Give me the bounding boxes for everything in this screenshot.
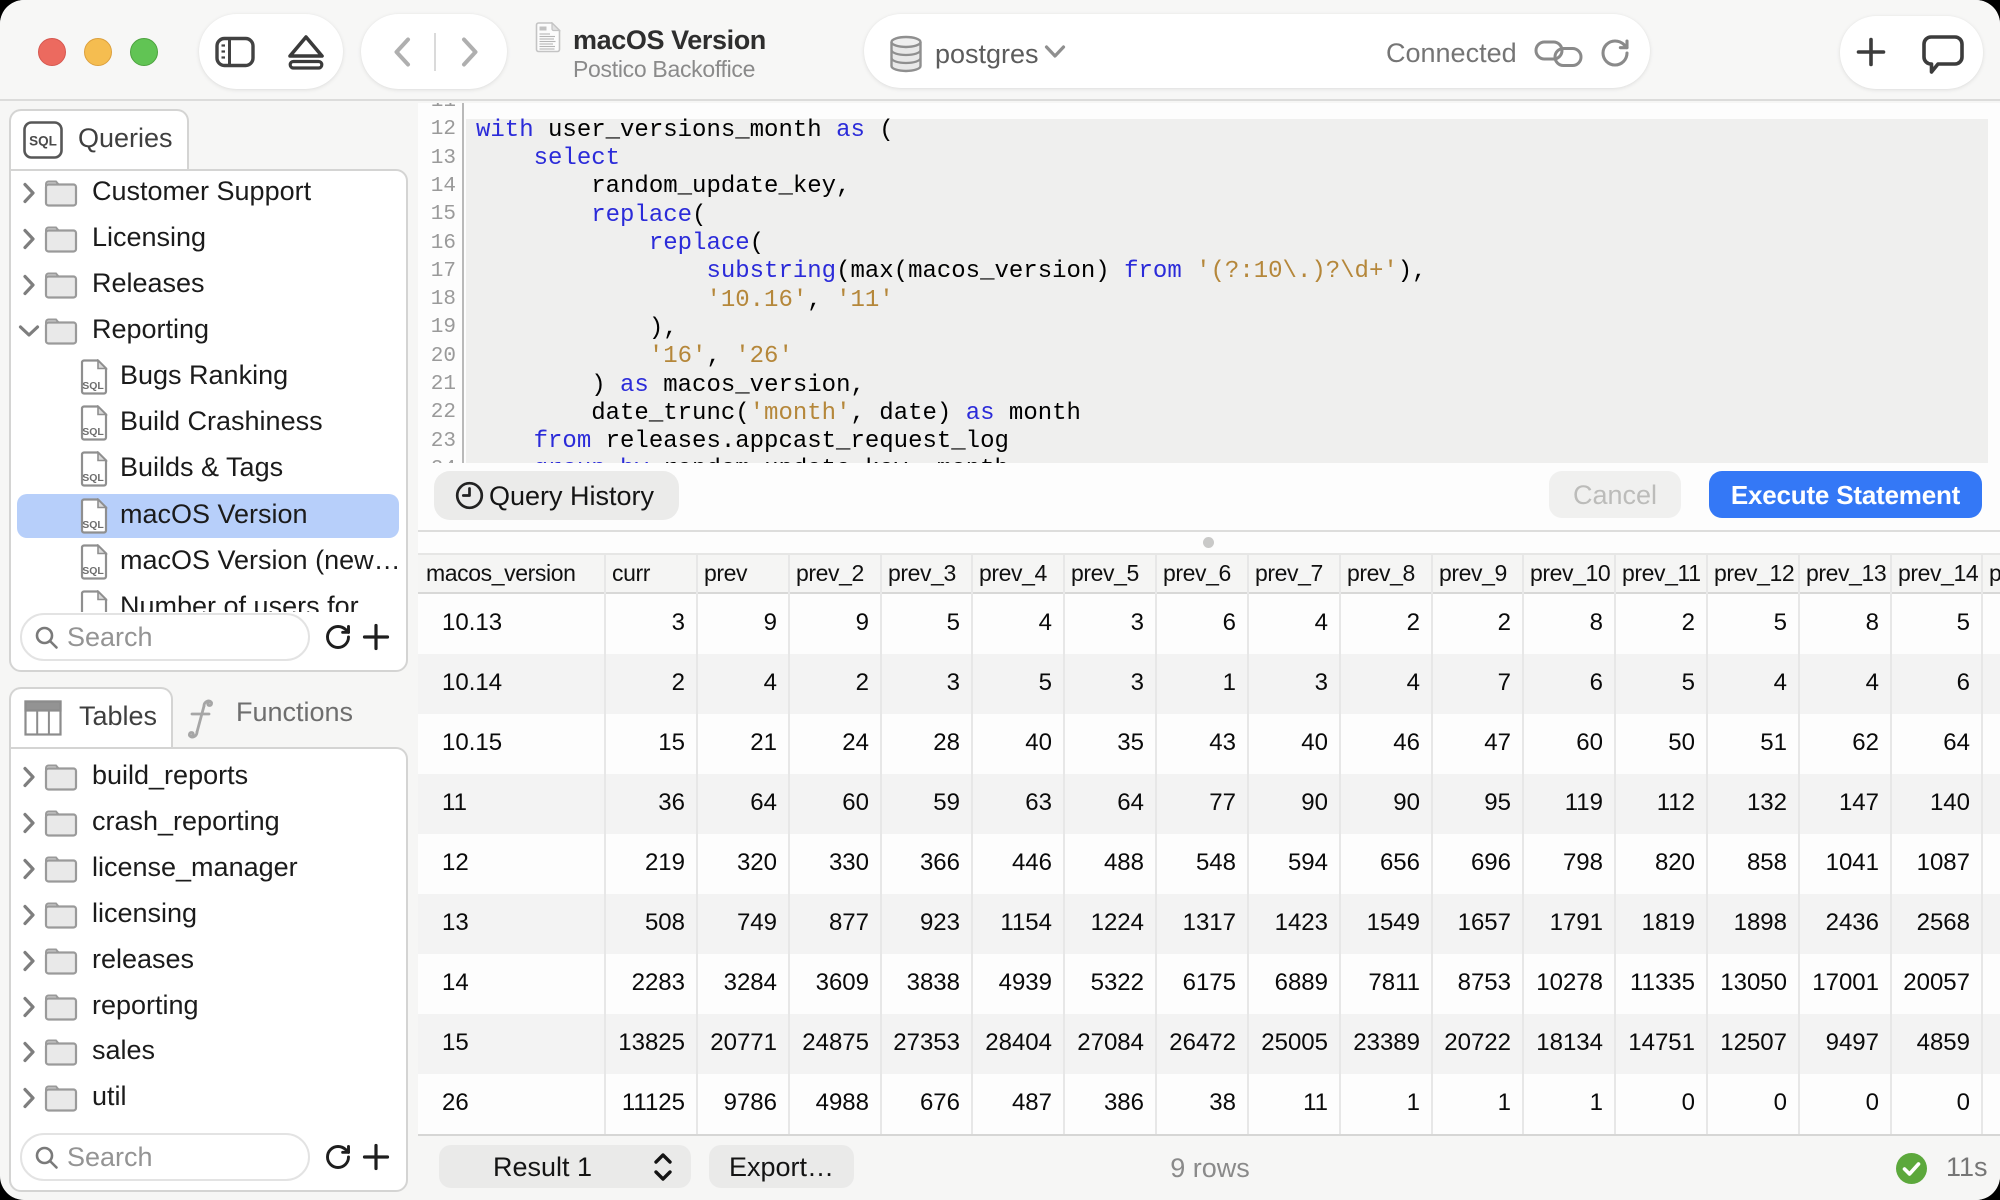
svg-text:SQL: SQL	[82, 611, 104, 612]
svg-text:SQL: SQL	[82, 472, 104, 484]
svg-text:SQL: SQL	[82, 519, 104, 531]
svg-text:SQL: SQL	[82, 380, 104, 392]
svg-text:SQL: SQL	[82, 426, 104, 438]
svg-text:SQL: SQL	[29, 134, 57, 149]
svg-text:SQL: SQL	[82, 565, 104, 577]
